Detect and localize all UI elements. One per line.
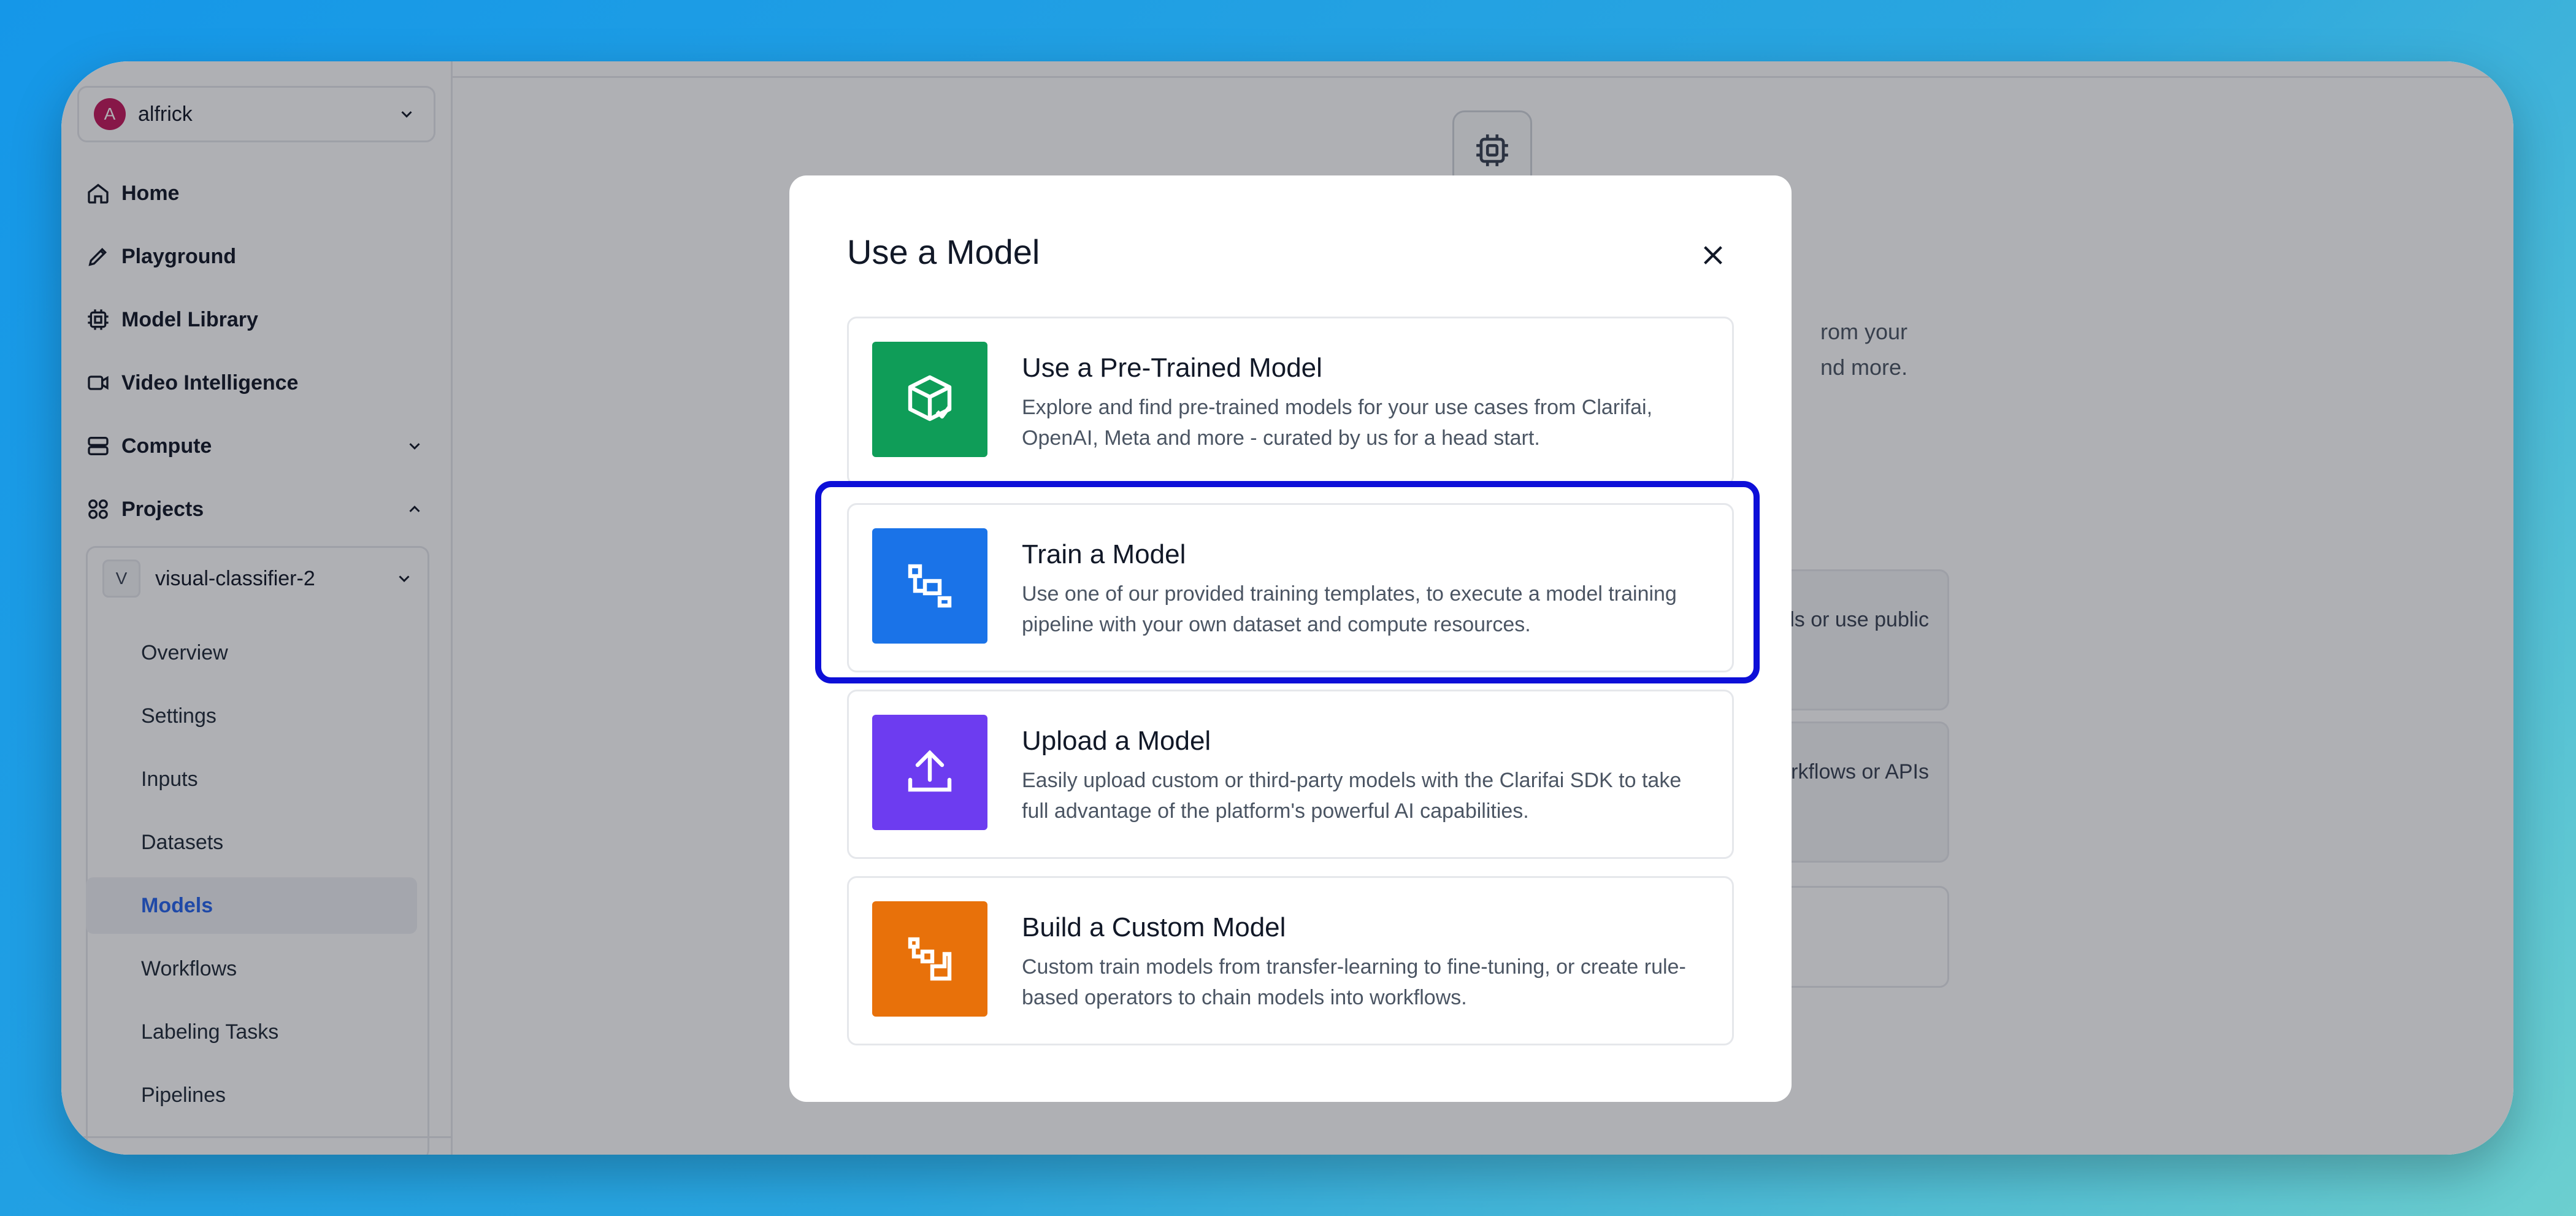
option-title: Use a Pre-Trained Model [1022,353,1322,383]
cube-check-icon [872,342,987,457]
option-description: Custom train models from transfer-learni… [1022,955,1686,1009]
train-squares-icon [872,528,987,644]
option-custom-model[interactable]: Build a Custom Model Custom train models… [847,876,1734,1045]
option-description: Easily upload custom or third-party mode… [1022,769,1682,823]
option-upload-model[interactable]: Upload a Model Easily upload custom or t… [847,690,1734,859]
dialog-title: Use a Model [847,233,1040,271]
custom-blocks-icon [872,901,987,1017]
close-button[interactable] [1690,232,1736,279]
close-icon [1704,246,1722,264]
option-title: Upload a Model [1022,726,1211,756]
option-title: Train a Model [1022,539,1186,569]
upload-icon [872,715,987,830]
option-description: Use one of our provided training templat… [1022,582,1677,636]
option-train-model[interactable]: Train a Model Use one of our provided tr… [847,503,1734,672]
option-description: Explore and find pre-trained models for … [1022,396,1653,450]
use-model-dialog: Use a Model Use a Pre-Trained Model Expl… [789,175,1792,1102]
option-title: Build a Custom Model [1022,912,1286,942]
option-pre-trained-model[interactable]: Use a Pre-Trained Model Explore and find… [847,317,1734,486]
